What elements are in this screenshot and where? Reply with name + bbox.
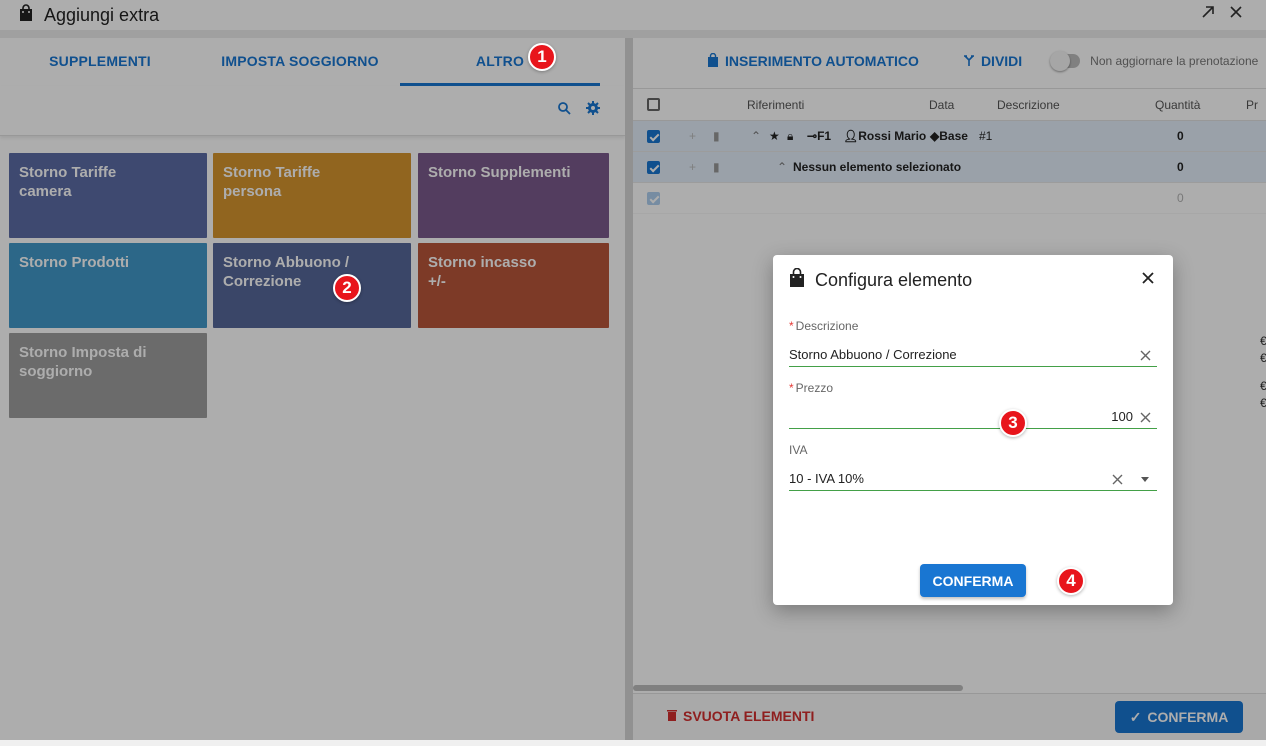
dialog-confirm-button[interactable]: CONFERMA bbox=[920, 564, 1026, 597]
price-label-text: Prezzo bbox=[795, 381, 834, 395]
description-field: * Descrizione Storno Abbuono / Correzione bbox=[789, 319, 1157, 367]
description-value: Storno Abbuono / Correzione bbox=[789, 347, 957, 362]
dialog-title: Configura elemento bbox=[815, 269, 973, 290]
clear-price-icon[interactable] bbox=[1140, 409, 1151, 429]
step-marker: 2 bbox=[333, 274, 361, 302]
bottom-strip bbox=[0, 740, 1266, 746]
vat-field: IVA 10 - IVA 10% bbox=[789, 443, 1157, 491]
description-label-text: Descrizione bbox=[795, 319, 859, 333]
clear-vat-icon[interactable] bbox=[1112, 471, 1123, 491]
step-marker: 4 bbox=[1057, 567, 1085, 595]
configure-item-dialog: Configura elemento * Descrizione Storno A… bbox=[773, 255, 1173, 605]
price-field: * Prezzo 100 bbox=[789, 381, 1157, 429]
vat-select[interactable]: 10 - IVA 10% bbox=[789, 467, 1157, 491]
chevron-down-icon[interactable] bbox=[1141, 477, 1149, 482]
description-input[interactable]: Storno Abbuono / Correzione bbox=[789, 343, 1157, 367]
vat-label: IVA bbox=[789, 443, 808, 457]
price-label: * Prezzo bbox=[789, 381, 834, 395]
close-dialog-icon[interactable] bbox=[1141, 271, 1155, 290]
step-marker: 3 bbox=[999, 409, 1027, 437]
description-label: * Descrizione bbox=[789, 319, 859, 333]
price-value: 100 bbox=[1111, 409, 1133, 424]
vat-value: 10 - IVA 10% bbox=[789, 471, 864, 486]
clear-description-icon[interactable] bbox=[1140, 347, 1151, 367]
price-input[interactable]: 100 bbox=[789, 405, 1157, 429]
step-marker: 1 bbox=[528, 43, 556, 71]
shopping-bag-icon bbox=[789, 267, 805, 292]
